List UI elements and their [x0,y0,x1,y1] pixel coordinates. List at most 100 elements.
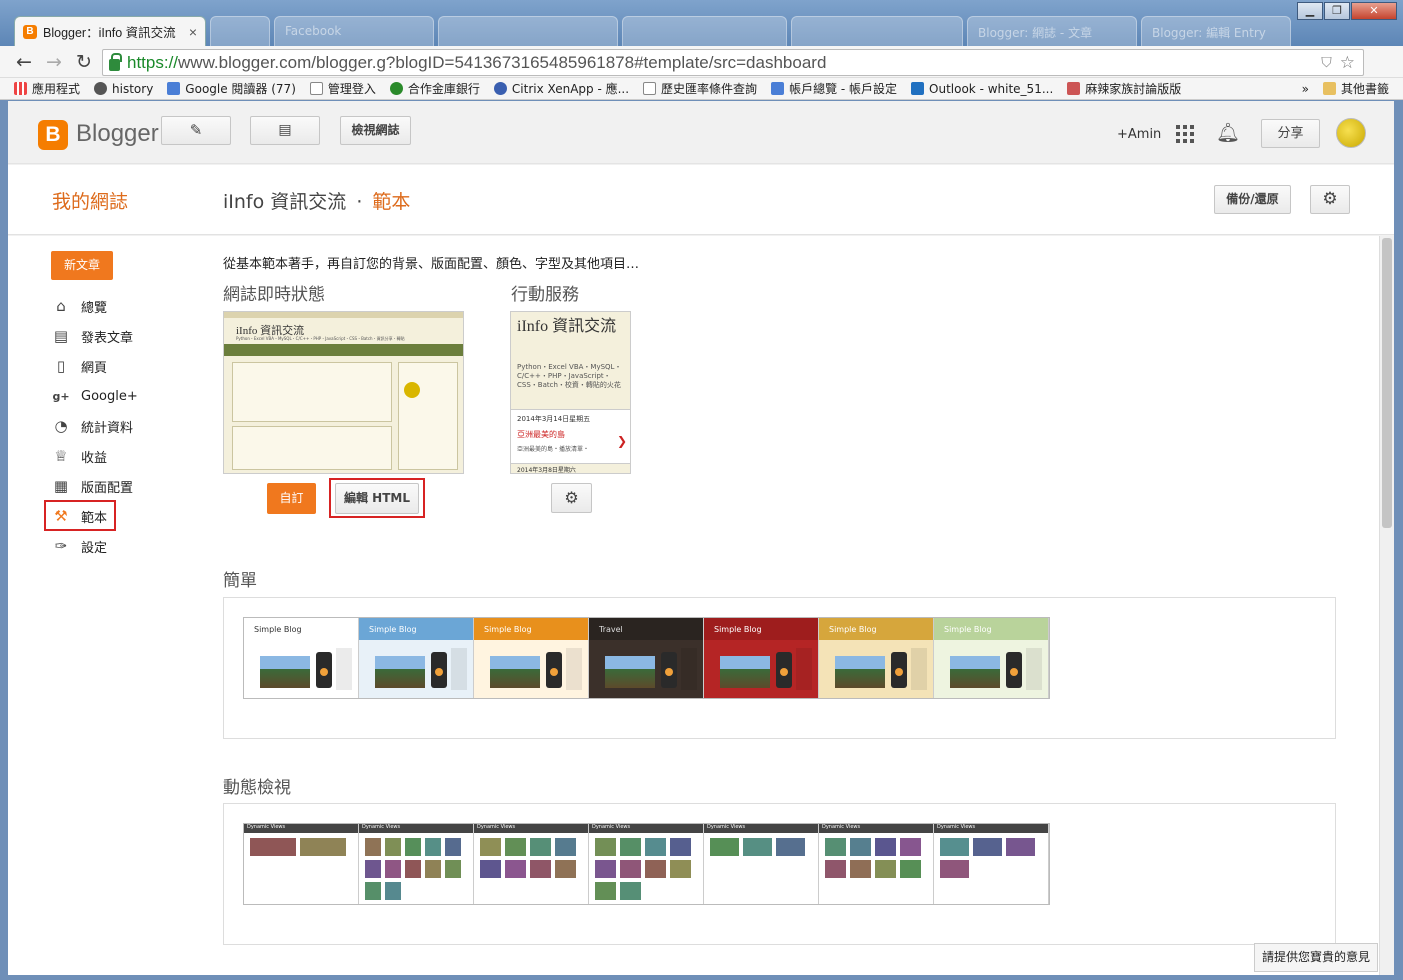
dynamic-template-thumbnail[interactable]: Dynamic Views [244,824,359,904]
dynamic-template-thumbnail[interactable]: Dynamic Views [474,824,589,904]
template-label: Dynamic Views [592,824,631,830]
mobile-settings-button[interactable]: ⚙ [551,483,592,513]
tab-active[interactable]: B Blogger：iInfo 資訊交流 × [14,16,206,46]
google-icon [167,82,181,95]
blogger-header: B Blogger ✎ ▤ 檢視網誌 +Amin 🔔︎ 分享 [8,101,1394,164]
shield-icon[interactable]: ⛉ [1321,54,1332,71]
sidebar-item-overview[interactable]: ⌂ 總覽 [52,295,107,317]
sidebar-item-posts[interactable]: ▤ 發表文章 [52,325,133,347]
new-post-button[interactable]: 新文章 [51,251,113,280]
reload-icon[interactable]: ↻ [72,51,96,73]
bookmark-history[interactable]: history [94,82,153,96]
my-blogs-link[interactable]: 我的網誌 [52,187,128,214]
forward-icon[interactable]: → [42,51,66,73]
plus-user-link[interactable]: +Amin [1117,127,1161,142]
settings-icon: ✑ [54,537,68,555]
tab-close-icon[interactable]: × [189,24,197,40]
sidebar-item-earnings[interactable]: ♕ 收益 [52,445,107,467]
tab-background[interactable]: Blogger: 網誌 - 文章 [967,16,1137,46]
dynamic-templates-strip: Dynamic Views Dynamic Views Dynamic Views D… [243,823,1050,905]
back-icon[interactable]: ← [12,51,36,73]
home-icon: ⌂ [56,297,66,315]
sidebar-item-stats[interactable]: ◔ 統計資料 [52,415,133,437]
simple-template-thumbnail[interactable]: Simple Blog [359,618,474,698]
notifications-bell-icon[interactable]: 🔔︎ [1216,121,1240,144]
bookmark-google-reader[interactable]: Google 閱讀器 (77) [167,80,296,97]
url-scheme: https:// [127,52,179,72]
apps-icon [14,82,27,95]
url-text: www.blogger.com/blogger.g?blogID=5413673… [178,52,827,72]
page-title: 範本 [372,191,411,213]
bookmark-admin-login[interactable]: 管理登入 [309,80,376,97]
layout-icon: ▦ [53,477,69,495]
bookmark-citrix[interactable]: Citrix XenApp - 應... [493,80,629,97]
feedback-button[interactable]: 請提供您寶貴的意見 [1254,943,1378,972]
maximize-icon[interactable]: ❐ [1324,2,1350,20]
tab-new[interactable] [210,16,270,46]
tab-background[interactable] [438,16,618,46]
apps-grid-icon[interactable] [1176,125,1194,143]
simple-template-thumbnail[interactable]: Simple Blog [819,618,934,698]
settings-gear-button[interactable]: ⚙ [1310,185,1350,214]
bookmark-exchange-rate[interactable]: 歷史匯率條件查詢 [643,80,757,97]
sidebar-item-settings[interactable]: ✑ 設定 [52,535,107,557]
scrollbar-thumb[interactable] [1382,238,1392,528]
dynamic-template-thumbnail[interactable]: Dynamic Views [819,824,934,904]
bookmark-forum[interactable]: 麻辣家族討論版版 [1067,80,1181,97]
tab-background[interactable] [791,16,963,46]
tab-background[interactable]: Facebook [274,16,434,46]
earnings-icon: ♕ [54,447,68,465]
live-preview-subtitle: Python・Excel VBA・MySQL・C/C++・PHP・JavaScr… [236,336,405,341]
new-post-pencil-button[interactable]: ✎ [161,116,231,145]
template-label: Dynamic Views [247,824,286,830]
backup-restore-button[interactable]: 備份/還原 [1214,185,1291,214]
chevron-right-icon: ❯ [617,434,628,448]
tab-background[interactable] [622,16,787,46]
template-label: Dynamic Views [362,824,401,830]
sidebar-item-google-plus[interactable]: g+ Google+ [52,385,137,407]
live-preview-thumbnail[interactable]: iInfo 資訊交流 Python・Excel VBA・MySQL・C/C++・… [223,311,464,474]
clock-icon [94,82,108,95]
mobile-preview-post-desc: 亞洲最美的島・播放清單・ [517,446,590,453]
simple-template-thumbnail[interactable]: Simple Blog [934,618,1049,698]
dynamic-template-thumbnail[interactable]: Dynamic Views [934,824,1049,904]
simple-template-thumbnail[interactable]: Simple Blog [244,618,359,698]
dynamic-template-thumbnail[interactable]: Dynamic Views [359,824,474,904]
minimize-icon[interactable]: ▁ [1297,2,1323,20]
edit-html-button[interactable]: 編輯 HTML [335,483,419,514]
bookmarks-bar: 應用程式 history Google 閱讀器 (77) 管理登入 合作金庫銀行… [0,78,1403,100]
bookmark-other[interactable]: 其他書籤 [1322,80,1389,97]
posts-list-button[interactable]: ▤ [250,116,320,145]
star-icon[interactable]: ☆ [1340,53,1355,73]
mobile-preview-post-title: 亞洲最美的島 [517,430,565,439]
dynamic-template-thumbnail[interactable]: Dynamic Views [704,824,819,904]
bookmark-bank[interactable]: 合作金庫銀行 [389,80,480,97]
dynamic-template-thumbnail[interactable]: Dynamic Views [589,824,704,904]
google-icon [771,82,785,95]
blogger-logo-icon[interactable]: B [38,120,68,150]
template-photo [661,652,677,688]
simple-template-thumbnail[interactable]: Simple Blog [704,618,819,698]
mobile-preview-tagline: Python・Excel VBA・MySQL・C/C++・PHP・JavaScr… [517,363,622,389]
blogger-brand[interactable]: Blogger [76,120,159,148]
gear-icon: ⚙ [1322,189,1338,209]
mobile-preview-thumbnail[interactable]: iInfo 資訊交流 Python・Excel VBA・MySQL・C/C++・… [510,311,631,474]
customize-button[interactable]: 自訂 [267,483,316,514]
window-close-icon[interactable]: ✕ [1351,2,1397,20]
simple-template-thumbnail[interactable]: Travel [589,618,704,698]
template-label: Simple Blog [829,625,877,634]
bookmark-outlook[interactable]: Outlook - white_51... [911,82,1053,96]
bookmark-account[interactable]: 帳戶總覽 - 帳戶設定 [771,80,897,97]
scrollbar[interactable] [1379,236,1394,975]
tab-background[interactable]: Blogger: 編輯 Entry [1141,16,1291,46]
avatar[interactable] [1336,118,1366,148]
view-blog-button[interactable]: 檢視網誌 [340,116,411,145]
share-button[interactable]: 分享 [1261,119,1320,148]
address-bar[interactable]: https://www.blogger.com/blogger.g?blogID… [102,49,1364,76]
sidebar-item-pages[interactable]: ▯ 網頁 [52,355,107,377]
sidebar-item-layout[interactable]: ▦ 版面配置 [52,475,133,497]
blog-name[interactable]: iInfo 資訊交流 [223,191,346,213]
bookmark-apps[interactable]: 應用程式 [14,80,80,97]
more-bookmarks-icon[interactable]: » [1302,82,1309,96]
simple-template-thumbnail[interactable]: Simple Blog [474,618,589,698]
